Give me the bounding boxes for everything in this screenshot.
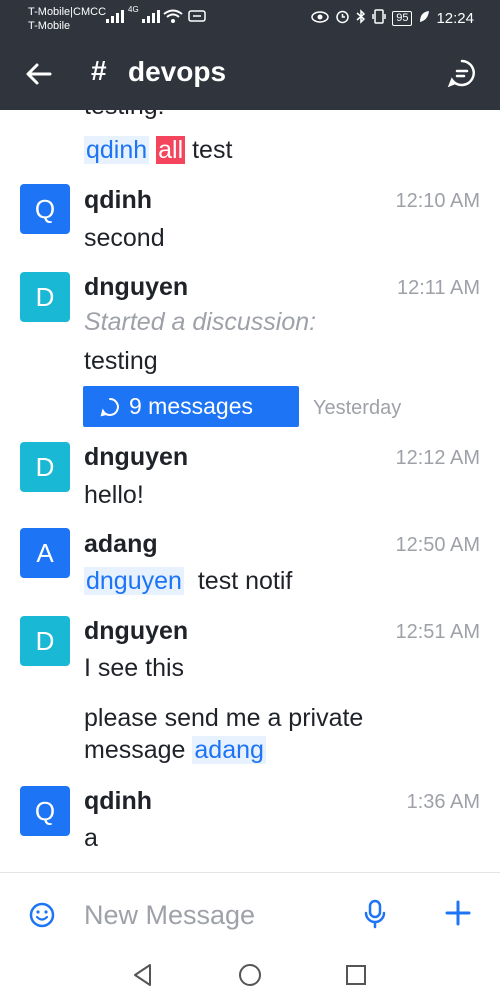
channel-header: # devops xyxy=(0,37,500,110)
message-text: dnguyen test notif xyxy=(84,567,292,596)
carrier-primary: T-Mobile|CMCC xyxy=(28,6,107,18)
message-text: message adang xyxy=(84,736,266,765)
discussion-count: 9 messages xyxy=(129,393,254,419)
status-bar: T-Mobile|CMCC T-Mobile 4G 95 12:24 xyxy=(0,0,500,37)
avatar[interactable]: Q xyxy=(20,184,70,234)
user-mention[interactable]: dnguyen xyxy=(84,567,184,595)
discussion-last-activity: Yesterday xyxy=(313,397,402,419)
avatar[interactable]: Q xyxy=(20,786,70,836)
nav-back-icon[interactable] xyxy=(130,962,156,988)
message-text: second xyxy=(84,224,165,252)
battery-level: 95 xyxy=(392,11,413,26)
message-time: 1:36 AM xyxy=(406,791,480,813)
channel-title[interactable]: devops xyxy=(128,56,226,88)
emoji-icon[interactable] xyxy=(28,901,56,929)
nav-home-icon[interactable] xyxy=(237,962,263,988)
discussion-messages-button[interactable]: 9 messages xyxy=(83,386,299,427)
cut-off-message: testing! xyxy=(84,110,165,121)
avatar[interactable]: D xyxy=(20,616,70,666)
avatar[interactable]: D xyxy=(20,272,70,322)
message-time: 12:50 AM xyxy=(395,534,480,556)
discussion-bubble-icon xyxy=(100,397,119,416)
all-mention[interactable]: all xyxy=(156,136,186,164)
message-time: 12:12 AM xyxy=(395,447,480,469)
carrier-secondary: T-Mobile xyxy=(28,20,71,32)
bluetooth-icon xyxy=(356,9,366,28)
message-time: 12:10 AM xyxy=(395,190,480,212)
message-input[interactable] xyxy=(84,895,334,935)
user-mention[interactable]: qdinh xyxy=(84,136,150,164)
message-text: hello! xyxy=(84,481,144,509)
message-text: please send me a private xyxy=(84,704,364,732)
system-message: Started a discussion: xyxy=(84,308,317,336)
message-time: 12:51 AM xyxy=(395,621,480,643)
data-saver-icon xyxy=(188,9,206,26)
discussion-icon[interactable] xyxy=(446,57,478,89)
message-body: message xyxy=(84,736,186,764)
carrier-info: T-Mobile|CMCC T-Mobile xyxy=(28,5,106,33)
system-nav-bar xyxy=(0,954,500,1000)
microphone-icon[interactable] xyxy=(362,899,388,929)
username[interactable]: dnguyen xyxy=(84,443,188,472)
signal-icon-2 xyxy=(142,9,160,26)
username[interactable]: dnguyen xyxy=(84,617,188,646)
username[interactable]: qdinh xyxy=(84,787,152,816)
message-text: qdinh all test xyxy=(84,136,232,165)
nav-recent-apps-icon[interactable] xyxy=(343,962,369,988)
add-icon[interactable] xyxy=(444,899,472,927)
message-body: test xyxy=(192,136,233,164)
message-composer xyxy=(0,872,500,954)
alarm-icon xyxy=(335,9,350,28)
username[interactable]: dnguyen xyxy=(84,273,188,302)
message-time: 12:11 AM xyxy=(396,277,480,299)
vibrate-icon xyxy=(372,9,386,28)
message-body: test notif xyxy=(197,567,293,595)
username[interactable]: adang xyxy=(84,530,158,559)
network-label: 4G xyxy=(128,5,139,14)
message-list[interactable]: testing! qdinh all test Q qdinh 12:10 AM… xyxy=(0,110,500,872)
message-text: a xyxy=(84,824,98,852)
clock-time: 12:24 xyxy=(436,10,474,27)
avatar[interactable]: D xyxy=(20,442,70,492)
charging-leaf-icon xyxy=(418,10,430,28)
wifi-icon xyxy=(163,9,183,27)
username[interactable]: qdinh xyxy=(84,186,152,215)
message-text: testing xyxy=(84,347,158,375)
status-right: 95 12:24 xyxy=(311,9,474,28)
channel-hash-icon: # xyxy=(91,55,107,86)
back-arrow-icon[interactable] xyxy=(24,59,54,89)
eye-comfort-icon xyxy=(311,10,329,27)
message-text: I see this xyxy=(84,654,185,682)
signal-icon xyxy=(106,9,124,26)
avatar[interactable]: A xyxy=(20,528,70,578)
user-mention[interactable]: adang xyxy=(192,736,266,764)
